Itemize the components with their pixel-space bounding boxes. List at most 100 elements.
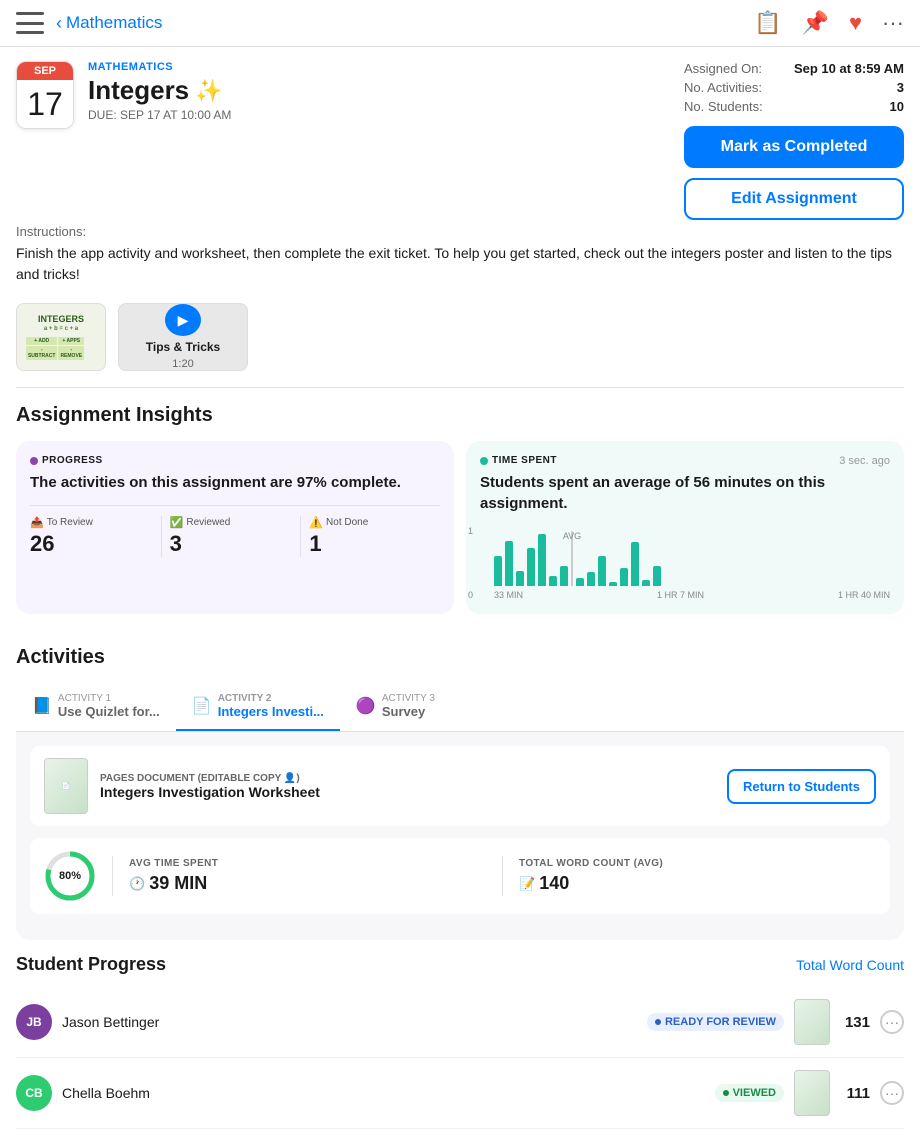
student-doc-thumb-1[interactable] [794,999,830,1045]
bar-9 [587,572,595,586]
chart-label-1: 33 MIN [494,590,523,600]
student-more-button-2[interactable]: ··· [880,1081,904,1105]
metrics-row: 80% AVG TIME SPENT 🕐 39 MIN TOTAL WORD C… [30,838,890,914]
avatar-jb: JB [16,1004,52,1040]
calendar-month: SEP [17,62,73,80]
document-row: 📄 PAGES DOCUMENT (EDITABLE COPY 👤) Integ… [30,746,890,826]
instructions-label: Instructions: [16,224,904,239]
chevron-left-icon: ‹ [56,13,62,34]
progress-dot-icon [30,457,38,465]
edit-assignment-button[interactable]: Edit Assignment [684,178,904,220]
activity-tabs: 📘 ACTIVITY 1 Use Quizlet for... 📄 ACTIVI… [16,683,904,732]
chart-label-2: 1 HR 7 MIN [657,590,704,600]
time-ago: 3 sec. ago [839,455,890,467]
calendar-icon: SEP 17 [16,61,74,129]
progress-badge: PROGRESS [30,455,440,466]
student-more-button-1[interactable]: ··· [880,1010,904,1034]
warning-icon: ⚠️ [309,516,323,529]
bar-chart: AVG [494,526,890,586]
insights-cards: PROGRESS The activities on this assignme… [16,441,904,614]
to-review-stat: 📤 To Review 26 [30,516,162,557]
assignment-title: Integers ✨ [88,75,668,106]
viewed-dot-icon [723,1090,729,1096]
bar-7 [560,566,568,586]
bar-6 [549,576,557,586]
share-icon[interactable]: 📋 [754,10,781,36]
heart-icon[interactable]: ♥ [849,10,862,36]
document-thumbnail: 📄 [44,758,88,814]
student-progress-section: Student Progress Total Word Count JB Jas… [0,954,920,1145]
time-text: Students spent an average of 56 minutes … [480,472,890,514]
tab-activity-2[interactable]: 📄 ACTIVITY 2 Integers Investi... [176,683,340,731]
status-badge-2: VIEWED [715,1084,784,1102]
chart-labels: 33 MIN 1 HR 7 MIN 1 HR 40 MIN [494,590,890,600]
tab-activity-3[interactable]: 🟣 ACTIVITY 3 Survey [340,683,451,731]
student-doc-thumb-2[interactable] [794,1070,830,1116]
instructions-section: Instructions: Finish the app activity an… [0,224,920,295]
bar-4 [527,548,535,586]
tab-activity-1[interactable]: 📘 ACTIVITY 1 Use Quizlet for... [16,683,176,731]
metric-divider-1 [112,856,113,896]
activities-row: No. Activities: 3 [684,80,904,95]
total-word-count-link[interactable]: Total Word Count [796,957,904,973]
calendar-day: 17 [17,80,73,128]
bar-13 [631,542,639,586]
poster-attachment[interactable]: INTEGERS a + b = c + a + ADD + APPS - SU… [16,303,106,371]
tab-1-number: ACTIVITY 1 [58,693,160,704]
video-title: Tips & Tricks [146,340,220,354]
subject-label: MATHEMATICS [88,61,668,73]
student-word-count-1: 131 [840,1014,870,1031]
student-name-2: Chella Boehm [62,1085,705,1101]
chart-label-3: 1 HR 40 MIN [838,590,890,600]
bar-14 [642,580,650,586]
play-icon: ▶ [165,304,201,336]
progress-percent: 80% [59,870,81,882]
pages-icon: 📄 [192,696,212,716]
pin-icon[interactable]: 📌 [802,10,829,36]
not-done-stat: ⚠️ Not Done 1 [301,516,440,557]
student-progress-title: Student Progress [16,954,166,975]
video-attachment[interactable]: ▶ Tips & Tricks 1:20 [118,303,248,371]
bar-10 [598,556,606,586]
activity-content: 📄 PAGES DOCUMENT (EDITABLE COPY 👤) Integ… [16,732,904,940]
header-right: Assigned On: Sep 10 at 8:59 AM No. Activ… [684,61,904,220]
sparkle-icon: ✨ [195,78,222,104]
return-to-students-button[interactable]: Return to Students [727,769,876,804]
word-count-value: 140 [539,873,569,894]
students-value: 10 [890,99,904,114]
due-date: DUE: SEP 17 AT 10:00 AM [88,108,668,122]
reviewed-stat: ✅ Reviewed 3 [162,516,302,557]
time-dot-icon [480,457,488,465]
metric-divider-2 [502,856,503,896]
bar-12 [620,568,628,586]
tab-2-name: Integers Investi... [218,704,324,719]
instructions-text: Finish the app activity and worksheet, t… [16,243,904,285]
activities-section: Activities 📘 ACTIVITY 1 Use Quizlet for.… [0,630,920,940]
doc-count-icon: 📝 [519,876,535,892]
more-icon[interactable]: ··· [882,10,904,36]
bar-1 [494,556,502,586]
status-badge-1: READY FOR REVIEW [647,1013,784,1031]
tab-3-number: ACTIVITY 3 [382,693,435,704]
activities-label: No. Activities: [684,80,762,95]
tray-icon: 📤 [30,516,44,529]
back-button[interactable]: ‹ Mathematics [56,13,162,34]
progress-text: The activities on this assignment are 97… [30,472,440,493]
not-done-value: 1 [309,531,432,557]
sidebar-toggle-button[interactable] [16,12,44,34]
back-label: Mathematics [66,13,162,33]
document-info: PAGES DOCUMENT (EDITABLE COPY 👤) Integer… [100,773,715,800]
student-progress-header: Student Progress Total Word Count [16,954,904,975]
activities-value: 3 [897,80,904,95]
nav-actions: 📋 📌 ♥ ··· [754,10,904,36]
review-dot-icon [655,1019,661,1025]
student-name-1: Jason Bettinger [62,1014,637,1030]
top-nav: ‹ Mathematics 📋 📌 ♥ ··· [0,0,920,47]
assigned-on-label: Assigned On: [684,61,762,76]
survey-icon: 🟣 [356,696,376,716]
assignment-header-left: SEP 17 MATHEMATICS Integers ✨ DUE: SEP 1… [16,61,668,220]
assigned-on-row: Assigned On: Sep 10 at 8:59 AM [684,61,904,76]
insights-section: Assignment Insights PROGRESS The activit… [0,388,920,614]
mark-completed-button[interactable]: Mark as Completed [684,126,904,168]
video-duration: 1:20 [172,358,193,370]
